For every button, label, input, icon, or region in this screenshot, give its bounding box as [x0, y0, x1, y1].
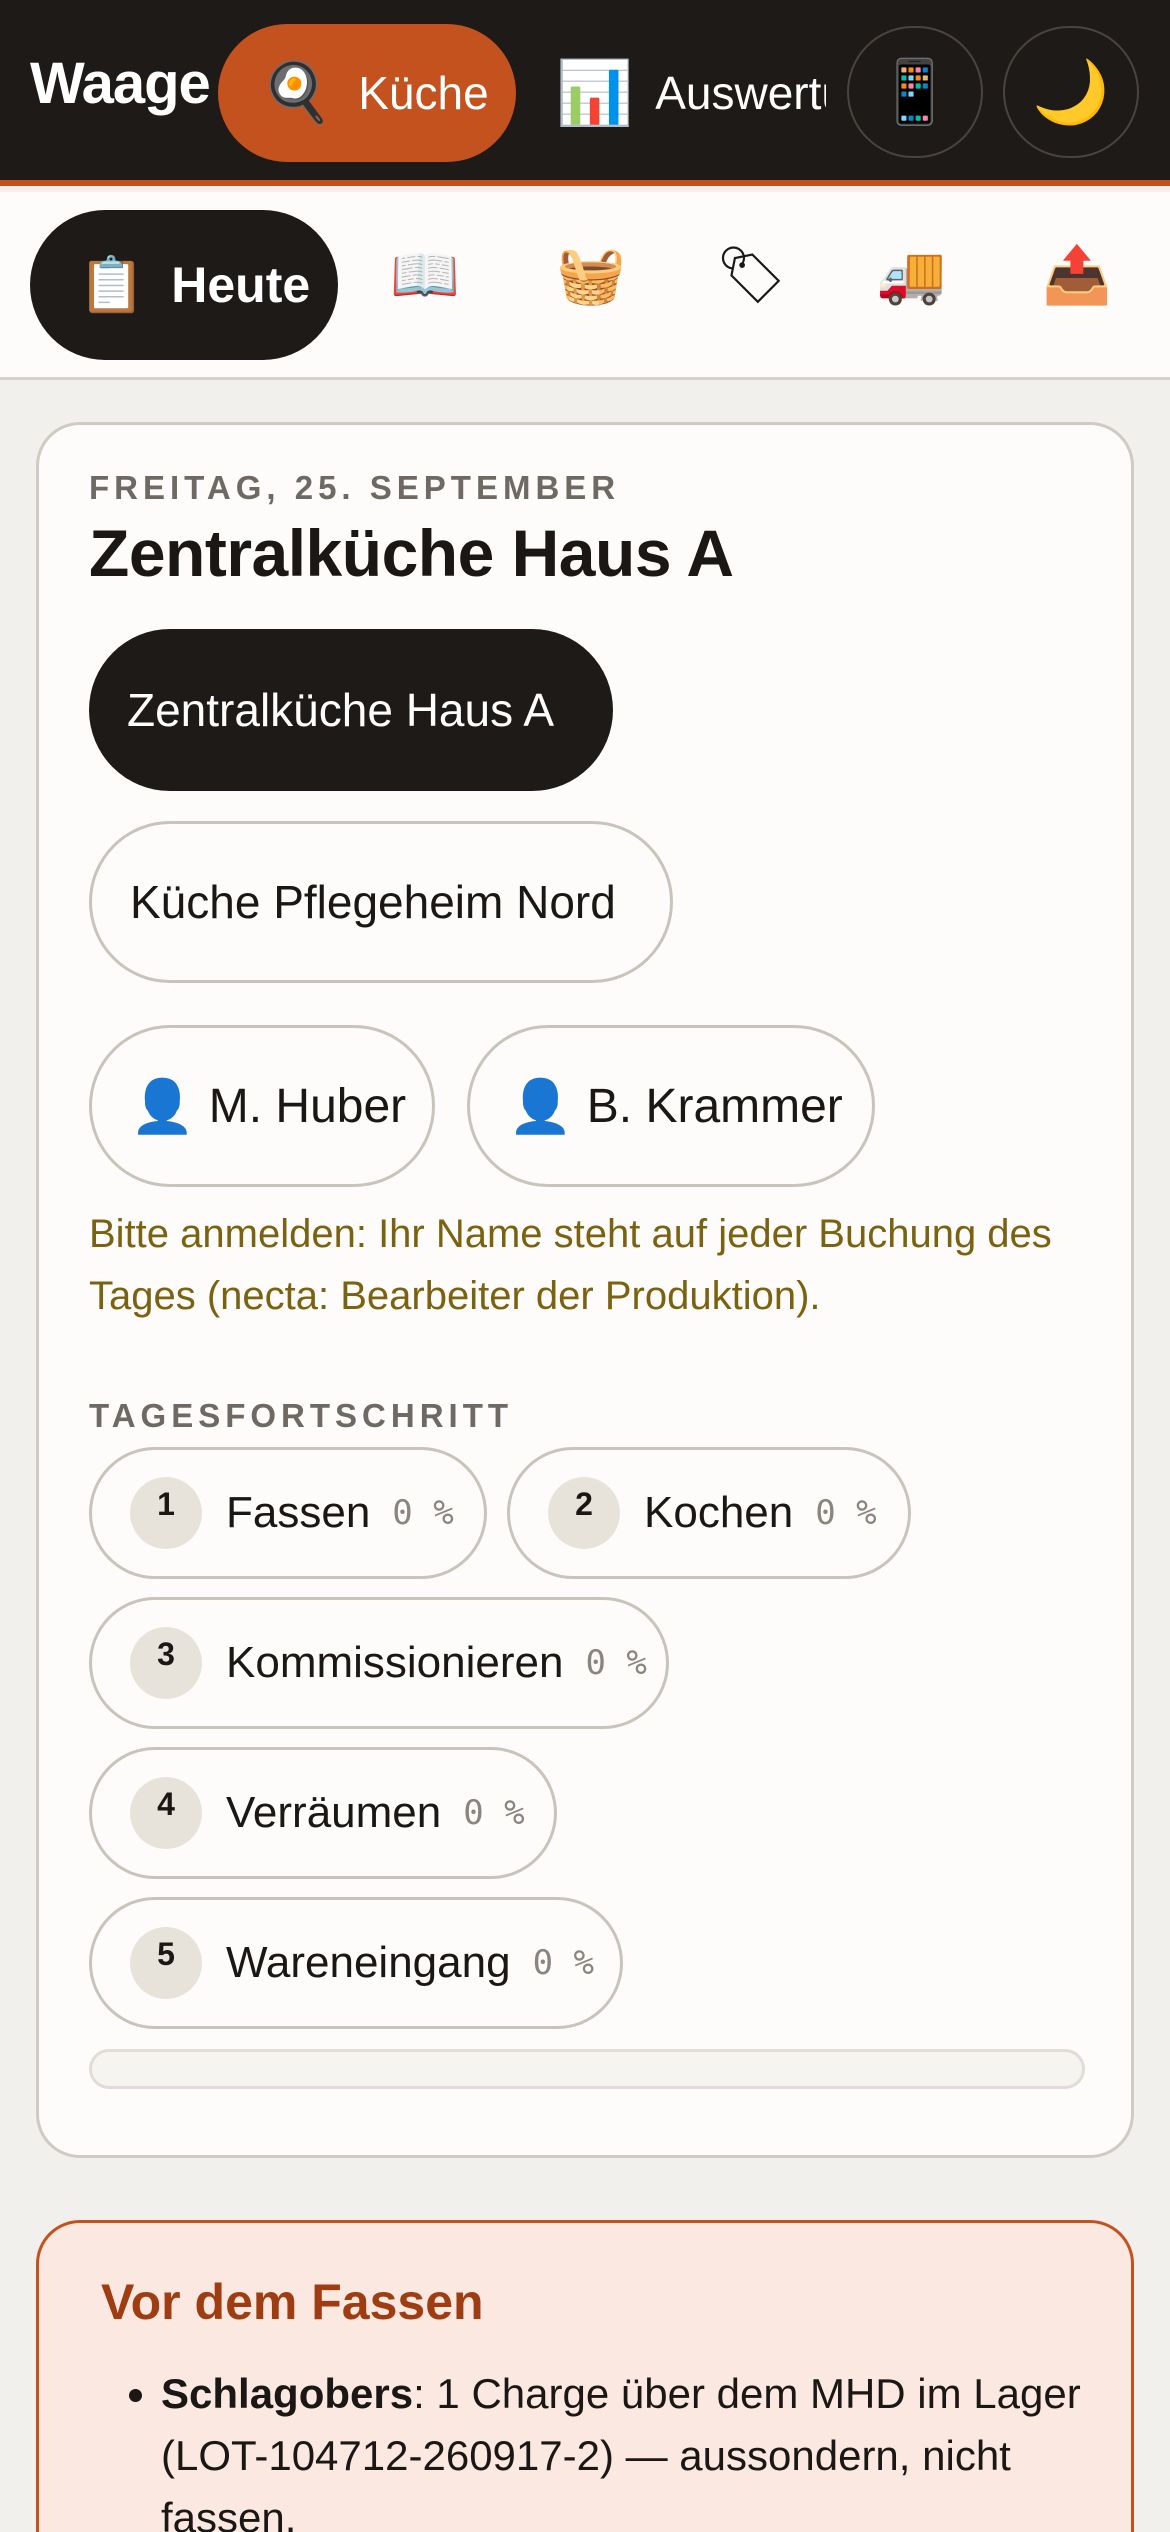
- step-label: Wareneingang: [226, 1938, 511, 1987]
- user-icon: 👤: [130, 1077, 195, 1136]
- warning-item: Schlagobers: 1 Charge über dem MHD im La…: [161, 2363, 1081, 2532]
- frying-pan-icon: 🍳: [260, 60, 333, 125]
- outbox-tray-icon[interactable]: 📤: [1032, 242, 1122, 308]
- tab-kueche[interactable]: 🍳 Küche: [218, 24, 516, 162]
- tag-icon[interactable]: 🏷: [706, 242, 796, 308]
- step-percent: 0 %: [463, 1793, 525, 1833]
- warning-title: Vor dem Fassen: [101, 2274, 484, 2330]
- step-kommissionieren[interactable]: 3 Kommissionieren 0 %: [89, 1597, 669, 1729]
- delivery-truck-icon[interactable]: 🚚: [866, 242, 956, 308]
- tab-auswertung-label: Auswertu: [655, 67, 826, 119]
- step-label: Kochen: [644, 1488, 794, 1537]
- kitchen-option-pflegeheim[interactable]: Küche Pflegeheim Nord: [89, 821, 673, 983]
- mobile-phone-icon: 📱: [876, 57, 954, 127]
- step-percent: 0 %: [392, 1493, 454, 1533]
- dark-mode-button[interactable]: 🌙: [1003, 26, 1139, 158]
- progress-section-label: TAGESFORTSCHRITT: [89, 1397, 514, 1434]
- step-number: 2: [548, 1477, 620, 1549]
- tab-kueche-label: Küche: [358, 67, 489, 119]
- brand-title: Waage: [30, 51, 211, 116]
- step-verraeumen[interactable]: 4 Verräumen 0 %: [89, 1747, 557, 1879]
- step-wareneingang[interactable]: 5 Wareneingang 0 %: [89, 1897, 623, 2029]
- step-kochen[interactable]: 2 Kochen 0 %: [507, 1447, 911, 1579]
- mobile-view-button[interactable]: 📱: [847, 26, 983, 158]
- day-progress-bar: [89, 2049, 1085, 2089]
- user-name: B. Krammer: [586, 1079, 843, 1133]
- date-label: FREITAG, 25. SEPTEMBER: [89, 469, 621, 506]
- top-bar: Waage 🍳 Küche 📊 Auswertu 📱 🌙: [0, 0, 1170, 186]
- step-label: Verräumen: [226, 1788, 442, 1837]
- step-number: 1: [130, 1477, 202, 1549]
- step-percent: 0 %: [585, 1643, 647, 1683]
- user-button-krammer[interactable]: 👤 B. Krammer: [467, 1025, 875, 1187]
- kitchen-option-label: Zentralküche Haus A: [127, 684, 555, 736]
- page-title: Zentralküche Haus A: [89, 516, 734, 590]
- warning-list: Schlagobers: 1 Charge über dem MHD im La…: [161, 2363, 1081, 2532]
- warning-item-product: Schlagobers: [161, 2370, 414, 2417]
- warning-card: Vor dem Fassen Schlagobers: 1 Charge übe…: [36, 2220, 1134, 2532]
- user-icon: 👤: [508, 1077, 573, 1136]
- book-icon[interactable]: 📖: [380, 242, 470, 308]
- step-number: 5: [130, 1927, 202, 1999]
- step-percent: 0 %: [815, 1493, 877, 1533]
- clipboard-icon: 📋: [78, 254, 146, 315]
- step-number: 3: [130, 1627, 202, 1699]
- step-fassen[interactable]: 1 Fassen 0 %: [89, 1447, 487, 1579]
- bar-chart-icon: 📊: [556, 58, 634, 128]
- moon-icon: 🌙: [1032, 57, 1110, 127]
- user-button-huber[interactable]: 👤 M. Huber: [89, 1025, 435, 1187]
- login-hint: Bitte anmelden: Ihr Name steht auf jeder…: [89, 1212, 1052, 1318]
- step-percent: 0 %: [532, 1943, 594, 1983]
- step-number: 4: [130, 1777, 202, 1849]
- nav-heute-label: Heute: [171, 257, 311, 313]
- nav-heute[interactable]: 📋 Heute: [30, 210, 338, 360]
- step-label: Kommissionieren: [226, 1638, 564, 1687]
- section-nav: 📋 Heute 📖 🧺 🏷 🚚 📤: [0, 192, 1170, 380]
- user-name: M. Huber: [208, 1079, 407, 1133]
- step-label: Fassen: [226, 1488, 371, 1537]
- basket-icon[interactable]: 🧺: [546, 242, 636, 308]
- day-card: FREITAG, 25. SEPTEMBER Zentralküche Haus…: [36, 422, 1134, 2158]
- kitchen-option-label: Küche Pflegeheim Nord: [130, 876, 616, 928]
- kitchen-option-zentralkueche[interactable]: Zentralküche Haus A: [89, 629, 613, 791]
- tab-auswertung[interactable]: 📊 Auswertu: [556, 24, 826, 162]
